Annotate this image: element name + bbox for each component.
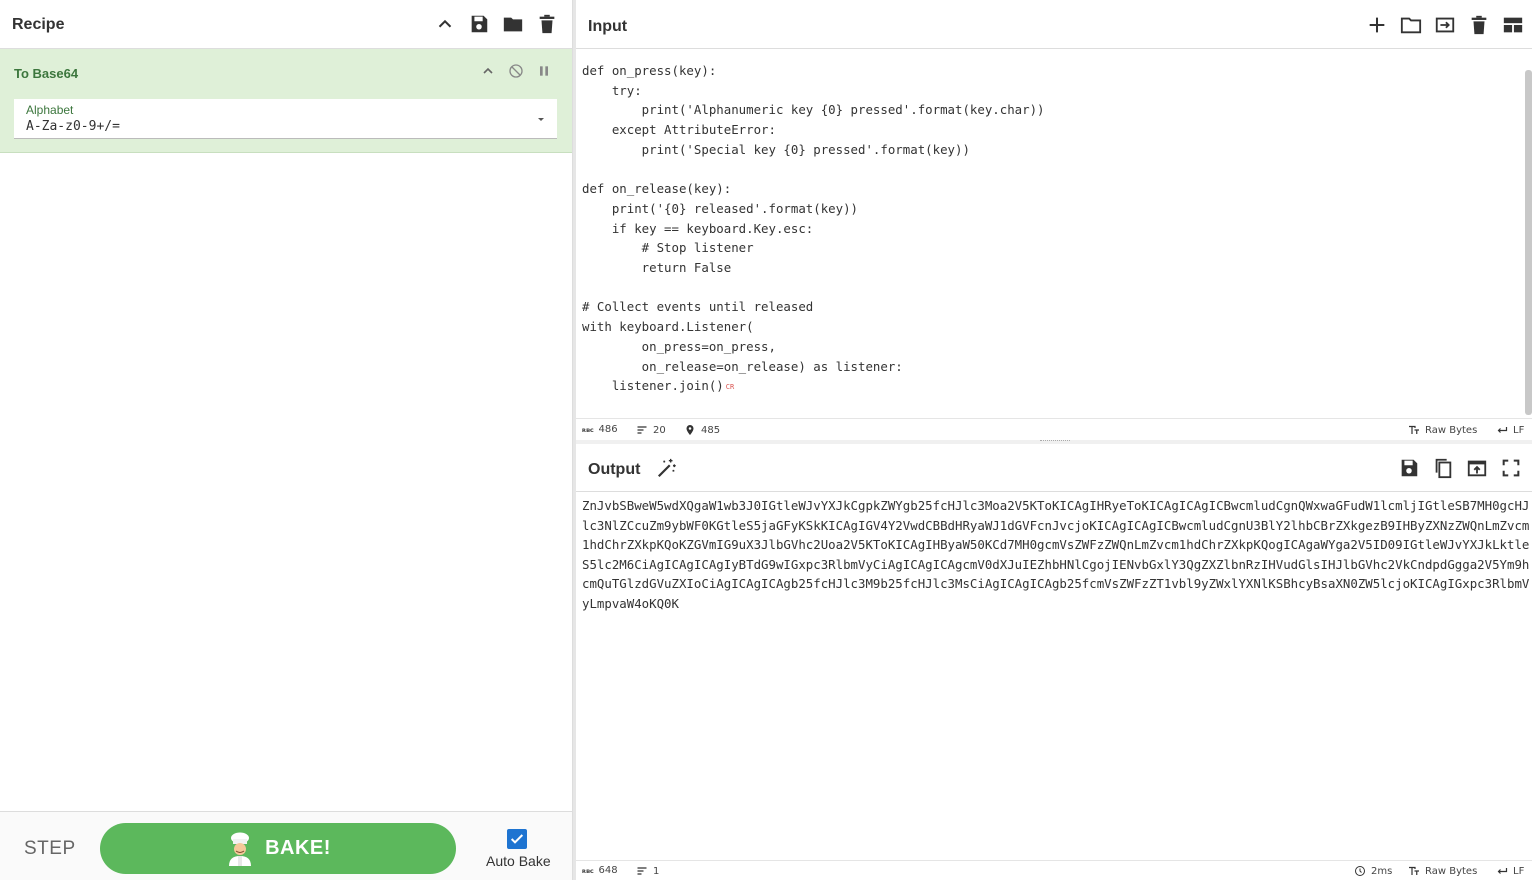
input-header-icons [1366, 13, 1524, 37]
input-eol-stat[interactable]: LF [1496, 424, 1524, 436]
recipe-footer: STEP BAKE! Auto Bake [0, 811, 572, 880]
text-size-icon [1409, 425, 1419, 434]
plus-icon[interactable] [1366, 13, 1388, 37]
input-lines-stat: 20 [636, 424, 666, 436]
output-eol: LF [1513, 865, 1525, 877]
input-length: 486 [598, 424, 618, 435]
chevron-up-icon[interactable] [480, 63, 496, 79]
output-title: Output [588, 461, 641, 478]
operation-to-base64[interactable]: To Base64 Alphabet A-Za-z0-9+/= [0, 49, 572, 153]
operation-controls [480, 63, 552, 79]
step-button[interactable]: STEP [24, 838, 76, 860]
return-arrow-icon [1497, 427, 1508, 433]
checkmark-icon [510, 834, 524, 844]
output-eol-stat[interactable]: LF [1496, 865, 1524, 877]
output-encoding: Raw Bytes [1425, 865, 1478, 877]
trash-icon[interactable] [536, 12, 558, 36]
alphabet-value: A-Za-z0-9+/= [26, 119, 120, 134]
auto-bake-label: Auto Bake [486, 853, 551, 869]
lines-icon [637, 426, 647, 434]
input-textarea[interactable]: def on_press(key): try: print('Alphanume… [582, 61, 1512, 411]
bake-label: BAKE! [265, 837, 331, 859]
input-header: Input [576, 0, 1532, 49]
map-marker-icon [686, 425, 694, 435]
input-scrollbar[interactable] [1525, 70, 1532, 415]
input-position-stat: 485 [684, 424, 720, 436]
chevron-up-icon[interactable] [434, 12, 456, 36]
input-title: Input [588, 18, 628, 35]
return-arrow-icon [1497, 868, 1508, 874]
input-pane: Input def on_press(key): try: print('Alp… [576, 0, 1532, 440]
input-eol: LF [1513, 424, 1525, 436]
output-length-stat: ʀʙᴄ 648 [582, 865, 618, 876]
sign-in-icon[interactable] [1434, 13, 1456, 37]
recipe-pane: Recipe To Base64 Alphabet A-Za-z0-9+/= S… [0, 0, 572, 880]
recipe-header: Recipe [0, 0, 572, 49]
chef-icon [229, 832, 252, 866]
eol-marker: CR [725, 383, 735, 392]
output-lines-stat: 1 [636, 865, 659, 877]
save-icon[interactable] [1398, 456, 1420, 480]
trash-icon[interactable] [1468, 13, 1490, 37]
alphabet-select[interactable]: Alphabet A-Za-z0-9+/= [14, 99, 557, 139]
replace-input-icon[interactable] [1466, 456, 1488, 480]
output-header-icons [1398, 456, 1522, 480]
fullscreen-icon[interactable] [1500, 456, 1522, 480]
input-lines: 20 [653, 424, 666, 436]
abc-icon: ʀʙᴄ [582, 866, 594, 875]
folder-icon[interactable] [1400, 13, 1422, 37]
input-length-stat: ʀʙᴄ 486 [582, 424, 618, 435]
magic-wand-icon[interactable] [656, 457, 678, 479]
input-status-bar: ʀʙᴄ 486 20 485 Raw Bytes LF [576, 418, 1532, 440]
input-encoding-stat[interactable]: Raw Bytes [1408, 424, 1477, 436]
output-encoding-stat[interactable]: Raw Bytes [1408, 865, 1477, 877]
output-pane: Output ZnJvbSBweW5wdXQgaW1wb3J0IGtleWJvY… [576, 444, 1532, 880]
save-icon[interactable] [468, 12, 490, 36]
layout-icon[interactable] [1502, 13, 1524, 37]
output-header: Output [576, 444, 1532, 492]
output-textarea[interactable]: ZnJvbSBweW5wdXQgaW1wb3J0IGtleWJvYXJkCgpk… [582, 496, 1530, 636]
input-encoding: Raw Bytes [1425, 424, 1478, 436]
caret-down-icon[interactable] [535, 113, 547, 125]
text-size-icon [1409, 866, 1419, 875]
output-time: 2ms [1371, 865, 1393, 877]
folder-icon[interactable] [502, 12, 524, 36]
abc-icon: ʀʙᴄ [582, 425, 594, 434]
recipe-title: Recipe [12, 16, 65, 33]
operation-name: To Base64 [14, 66, 79, 81]
input-position: 485 [701, 424, 721, 436]
output-time-stat: 2ms [1354, 865, 1392, 877]
lines-icon [637, 867, 647, 875]
auto-bake-checkbox[interactable] [507, 829, 527, 849]
pause-icon[interactable] [536, 63, 552, 79]
disable-icon[interactable] [508, 63, 524, 79]
bake-button[interactable]: BAKE! [100, 823, 456, 874]
recipe-header-icons [434, 12, 558, 36]
alphabet-label: Alphabet [26, 103, 74, 117]
input-code: def on_press(key): try: print('Alphanume… [582, 63, 1045, 394]
copy-icon[interactable] [1432, 456, 1454, 480]
clock-icon [1355, 866, 1365, 876]
output-length: 648 [598, 865, 618, 876]
output-lines: 1 [653, 865, 660, 877]
output-status-bar: ʀʙᴄ 648 1 2ms Raw Bytes LF [576, 860, 1532, 880]
